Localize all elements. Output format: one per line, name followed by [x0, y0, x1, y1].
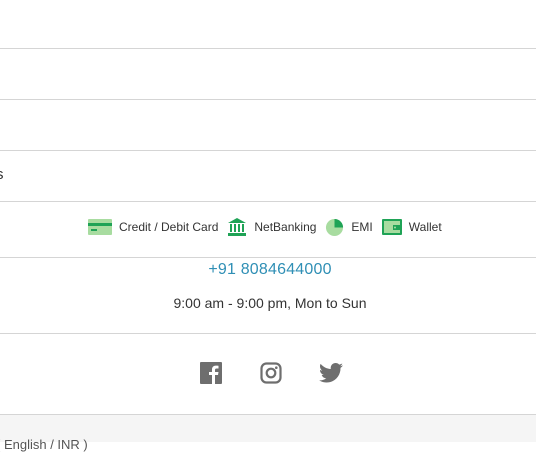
wallet-icon — [381, 219, 402, 235]
twitter-icon[interactable] — [319, 361, 343, 385]
list-row[interactable] — [0, 100, 536, 150]
pie-chart-icon — [325, 218, 344, 237]
row-divider — [0, 257, 536, 258]
row-divider — [0, 201, 536, 202]
payment-label: EMI — [351, 220, 373, 234]
list-row[interactable] — [0, 151, 536, 201]
payment-methods: Credit / Debit Card NetBanking EMI Walle… — [88, 216, 451, 238]
payment-label: NetBanking — [254, 220, 317, 234]
payment-wallet: Wallet — [381, 219, 442, 235]
list-row[interactable] — [0, 49, 536, 99]
payment-credit-debit-card: Credit / Debit Card — [88, 219, 218, 235]
credit-card-icon — [88, 219, 112, 235]
bank-icon — [227, 217, 247, 237]
payment-emi: EMI — [325, 218, 373, 237]
instagram-icon[interactable] — [259, 361, 283, 385]
row-divider — [0, 333, 536, 334]
payment-netbanking: NetBanking — [227, 217, 316, 237]
locale-selector[interactable]: ( English / INR ) — [0, 437, 88, 452]
payment-label: Wallet — [408, 220, 442, 234]
facebook-icon[interactable] — [199, 361, 223, 385]
support-hours: 9:00 am - 9:00 pm, Mon to Sun — [173, 295, 367, 311]
payment-label: Credit / Debit Card — [119, 220, 219, 234]
row-label: s — [0, 166, 4, 183]
phone-number-link[interactable]: +91 8084644000 — [0, 261, 536, 279]
social-links — [199, 361, 379, 385]
